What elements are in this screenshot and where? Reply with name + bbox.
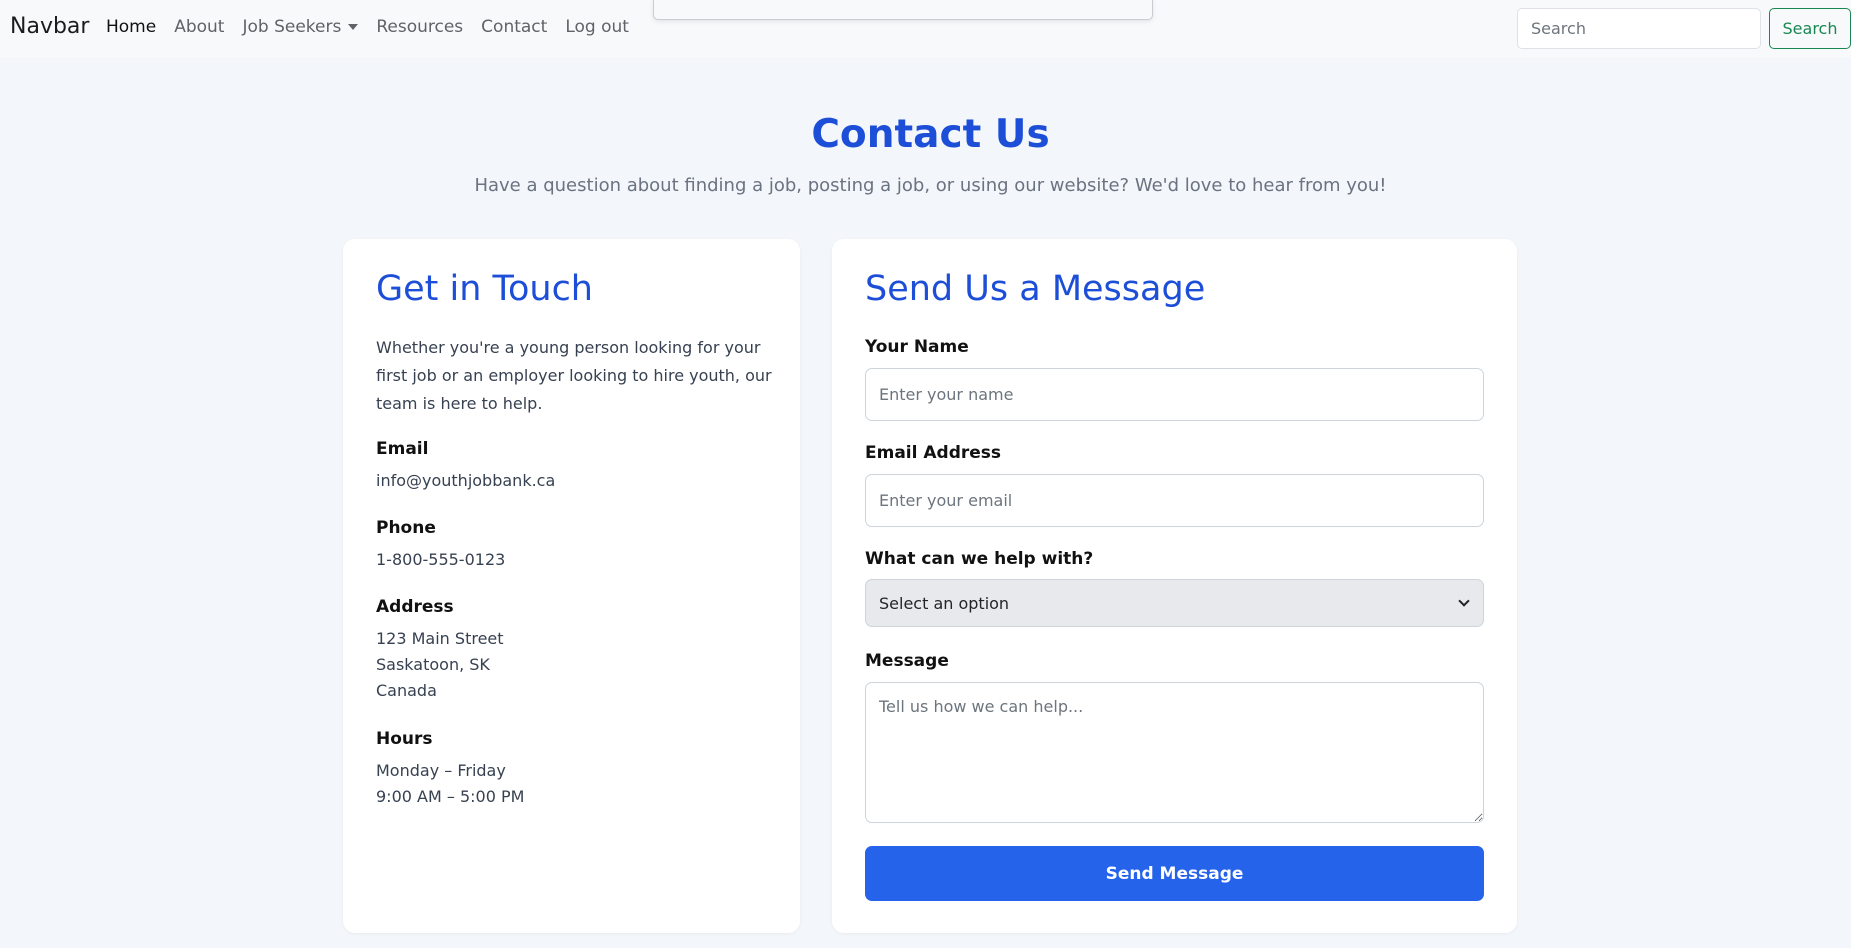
nav-dropdown-label: Job Seekers: [242, 17, 342, 37]
nav-link-about[interactable]: About: [174, 17, 224, 37]
phone-label: Phone: [376, 518, 436, 538]
search-button[interactable]: Search: [1769, 8, 1851, 49]
hours-days: Monday – Friday: [376, 761, 506, 780]
address-line-1: 123 Main Street: [376, 629, 504, 648]
nav-link-resources[interactable]: Resources: [376, 17, 463, 37]
phone-value: 1-800-555-0123: [376, 550, 506, 569]
chevron-down-icon: [1458, 595, 1470, 607]
nav-link-contact[interactable]: Contact: [481, 17, 547, 37]
top-navbar: Navbar Home About Job Seekers Resources …: [0, 0, 1851, 58]
nav-dropdown-job-seekers[interactable]: Job Seekers: [242, 17, 359, 37]
navbar-brand[interactable]: Navbar: [10, 14, 89, 39]
hours-label: Hours: [376, 729, 433, 749]
page-title: Contact Us: [811, 112, 1050, 157]
email-label: Email: [376, 439, 429, 459]
nav-links: Home About Job Seekers Resources Contact…: [106, 17, 647, 37]
dropdown-menu-panel: [653, 0, 1153, 20]
address-label: Address: [376, 597, 454, 617]
email-value: info@youthjobbank.ca: [376, 471, 556, 490]
message-form-card: Send Us a Message Your Name Email Addres…: [832, 239, 1517, 933]
topic-selected-value: Select an option: [879, 593, 1010, 613]
hours-times: 9:00 AM – 5:00 PM: [376, 787, 525, 806]
address-line-2: Saskatoon, SK: [376, 655, 490, 674]
caret-down-icon: [348, 24, 359, 30]
name-field[interactable]: [865, 368, 1484, 421]
send-message-button[interactable]: Send Message: [865, 846, 1484, 901]
nav-link-logout[interactable]: Log out: [565, 17, 629, 37]
form-heading: Send Us a Message: [865, 269, 1206, 309]
nav-link-home[interactable]: Home: [106, 17, 156, 37]
address-line-3: Canada: [376, 681, 437, 700]
email-field[interactable]: [865, 474, 1484, 527]
contact-info-heading: Get in Touch: [376, 269, 593, 309]
search-input[interactable]: [1517, 8, 1761, 49]
message-textarea[interactable]: [865, 682, 1484, 823]
contact-info-card: Get in Touch Whether you're a young pers…: [343, 239, 800, 933]
page-subtitle: Have a question about finding a job, pos…: [474, 175, 1387, 196]
contact-intro: Whether you're a young person looking fo…: [376, 338, 772, 413]
topic-label: What can we help with?: [865, 549, 1094, 569]
name-label: Your Name: [865, 337, 969, 357]
message-label: Message: [865, 651, 949, 671]
topic-select[interactable]: Select an option: [865, 579, 1484, 627]
email-address-label: Email Address: [865, 443, 1002, 463]
